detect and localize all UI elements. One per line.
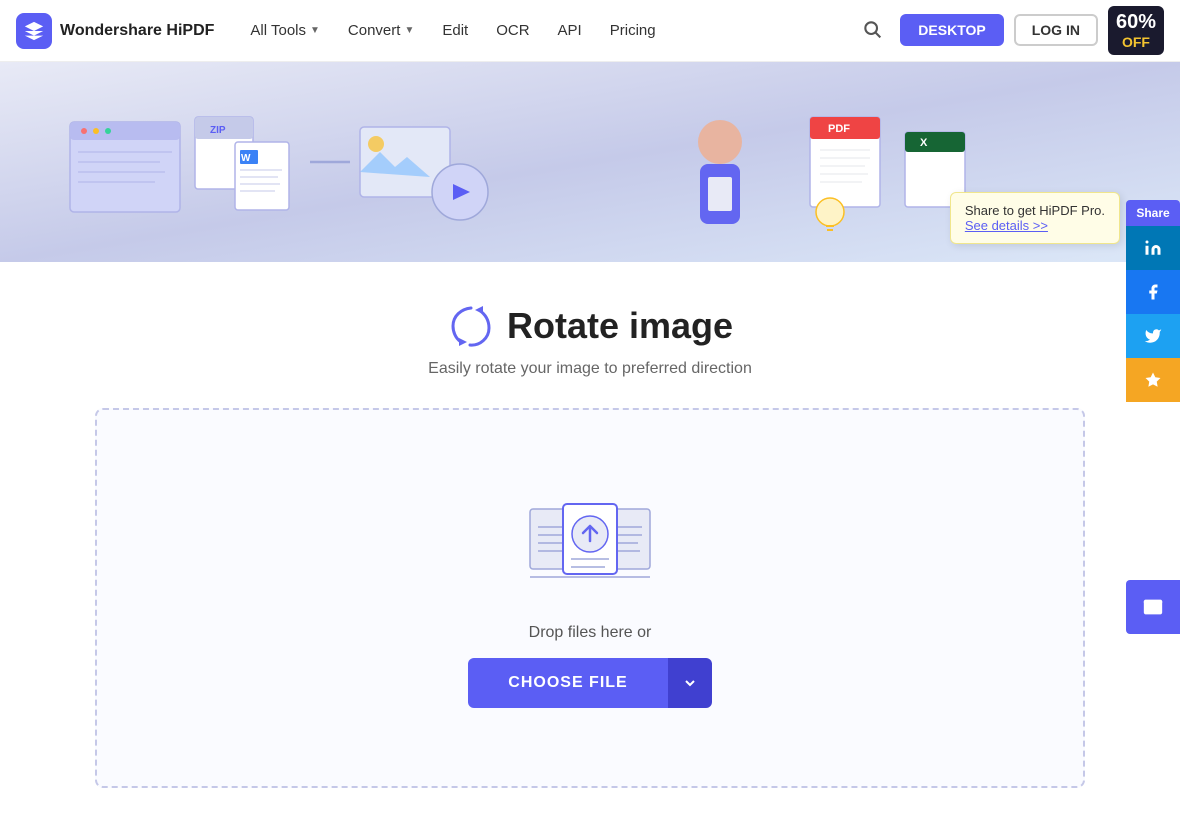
logo-icon: [16, 13, 52, 49]
share-linkedin-button[interactable]: [1126, 226, 1180, 270]
share-twitter-button[interactable]: [1126, 314, 1180, 358]
all-tools-chevron: ▼: [310, 25, 320, 36]
banner: ZIP W PDF X: [0, 62, 1180, 262]
upload-illustration-svg: [525, 489, 655, 589]
svg-text:ZIP: ZIP: [210, 125, 226, 136]
login-button[interactable]: LOG IN: [1014, 14, 1098, 46]
share-star-button[interactable]: [1126, 358, 1180, 402]
page-subtitle: Easily rotate your image to preferred di…: [428, 360, 752, 378]
drop-text: Drop files here or: [529, 624, 652, 642]
page-title: Rotate image: [507, 305, 733, 347]
svg-text:PDF: PDF: [828, 123, 850, 135]
linkedin-icon: [1144, 239, 1162, 257]
twitter-icon: [1144, 327, 1162, 345]
share-panel: Share: [1126, 200, 1180, 402]
main-content: Rotate image Easily rotate your image to…: [0, 262, 1180, 828]
email-icon: [1142, 596, 1164, 618]
promo-off: OFF: [1116, 34, 1156, 51]
svg-text:W: W: [241, 153, 251, 164]
promo-badge[interactable]: 60% OFF: [1108, 6, 1164, 55]
dropzone[interactable]: Drop files here or CHOOSE FILE: [95, 408, 1085, 788]
hipdf-logo-svg: [23, 20, 45, 42]
nav-pricing[interactable]: Pricing: [598, 14, 668, 47]
facebook-icon: [1144, 283, 1162, 301]
page-title-area: Rotate image: [447, 302, 733, 350]
navbar: Wondershare HiPDF All Tools ▼ Convert ▼ …: [0, 0, 1180, 62]
convert-chevron: ▼: [404, 25, 414, 36]
svg-text:X: X: [920, 137, 928, 149]
rotate-image-icon: [447, 302, 495, 350]
choose-file-dropdown-button[interactable]: [668, 658, 712, 708]
brand-name: Wondershare HiPDF: [60, 22, 214, 40]
share-tooltip: Share to get HiPDF Pro. See details >>: [950, 192, 1120, 244]
search-icon: [862, 19, 882, 39]
share-email-button[interactable]: [1126, 580, 1180, 634]
promo-percent: 60%: [1116, 10, 1156, 34]
upload-illustration: [525, 489, 655, 594]
desktop-button[interactable]: DESKTOP: [900, 14, 1003, 46]
search-button[interactable]: [854, 11, 890, 50]
share-facebook-button[interactable]: [1126, 270, 1180, 314]
nav-convert[interactable]: Convert ▼: [336, 14, 426, 47]
share-label: Share: [1126, 200, 1180, 226]
choose-file-button[interactable]: CHOOSE FILE: [468, 658, 667, 708]
tooltip-link[interactable]: See details >>: [965, 218, 1048, 233]
nav-api[interactable]: API: [546, 14, 594, 47]
nav-ocr[interactable]: OCR: [484, 14, 541, 47]
logo-area[interactable]: Wondershare HiPDF: [16, 13, 214, 49]
nav-all-tools[interactable]: All Tools ▼: [238, 14, 332, 47]
star-icon: [1144, 371, 1162, 389]
nav-right: DESKTOP LOG IN 60% OFF: [854, 6, 1164, 55]
choose-file-container: CHOOSE FILE: [468, 658, 711, 708]
chevron-down-icon: [682, 675, 698, 691]
nav-links: All Tools ▼ Convert ▼ Edit OCR API Prici…: [238, 14, 854, 47]
nav-edit[interactable]: Edit: [430, 14, 480, 47]
